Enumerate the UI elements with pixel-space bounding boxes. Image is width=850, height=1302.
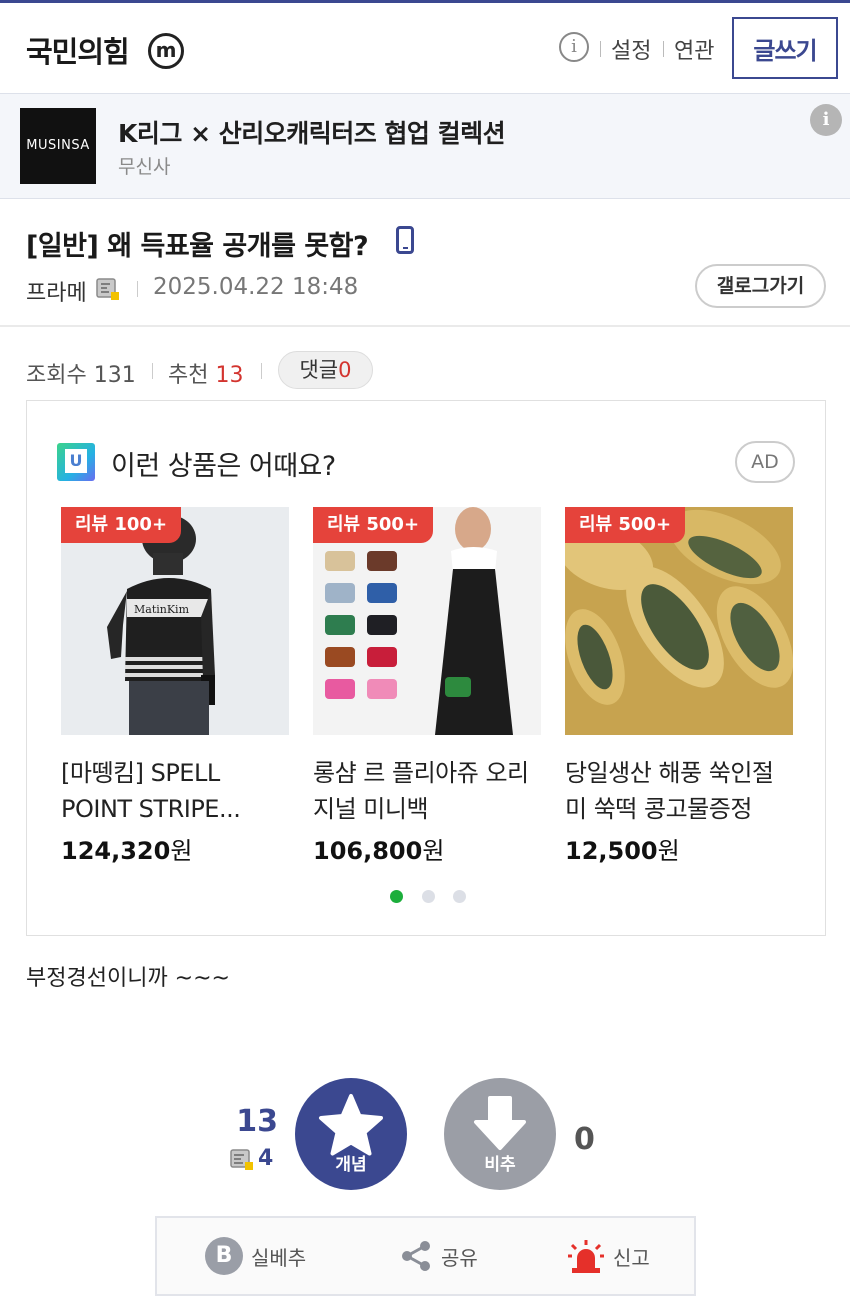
settings-link[interactable]: 설정 xyxy=(611,33,651,65)
gallog-button[interactable]: 갤로그가기 xyxy=(695,264,826,308)
share-icon xyxy=(402,1241,430,1271)
product-card[interactable]: 리뷰 500+ 롱샴 르 플리아쥬 오리지널 미니백 106,800원 xyxy=(313,507,541,866)
view-count: 조회수 131 xyxy=(26,357,136,389)
fixed-user-icon xyxy=(96,278,119,300)
ad-network-logo-icon xyxy=(57,443,95,481)
share-label: 공유 xyxy=(441,1245,478,1270)
header-divider xyxy=(600,41,601,57)
meta-divider xyxy=(137,281,138,297)
post-date: 2025.04.22 18:48 xyxy=(153,274,359,300)
price-value: 124,320 xyxy=(61,837,171,865)
info-icon[interactable]: i xyxy=(559,32,589,62)
comment-count-button[interactable]: 댓글0 xyxy=(278,351,373,389)
downvote-count: 0 xyxy=(574,1122,595,1157)
fixed-user-icon xyxy=(230,1149,253,1170)
pager-dot[interactable] xyxy=(453,890,466,903)
product-name[interactable]: 롱샴 르 플리아쥬 오리지널 미니백 xyxy=(313,755,541,827)
downvote-button[interactable]: 비추 xyxy=(444,1078,556,1190)
comment-value: 0 xyxy=(338,358,352,382)
share-button[interactable]: 공유 xyxy=(399,1218,478,1294)
header-divider xyxy=(663,41,664,57)
downvote-label: 비추 xyxy=(484,1155,516,1175)
post-author[interactable]: 프라메 xyxy=(26,275,87,307)
section-divider xyxy=(0,325,850,327)
upvote-label: 개념 xyxy=(335,1155,367,1175)
svg-text:MatinKim: MatinKim xyxy=(134,603,190,616)
pager-dot[interactable] xyxy=(422,890,435,903)
comment-label: 댓글 xyxy=(299,358,339,382)
product-name[interactable]: 당일생산 해풍 쑥인절미 쑥떡 콩고물증정 xyxy=(565,755,793,827)
product-price: 124,320원 xyxy=(61,831,289,866)
siren-icon xyxy=(568,1240,604,1273)
best-recommend-button[interactable]: B 실베추 xyxy=(205,1218,306,1294)
product-card[interactable]: 리뷰 500+ 당일생산 해풍 쑥인절미 쑥떡 콩고물증정 12,500원 xyxy=(565,507,793,866)
product-image[interactable]: MatinKim 리뷰 100+ xyxy=(61,507,289,735)
review-badge: 리뷰 500+ xyxy=(313,507,434,543)
best-icon: B xyxy=(205,1237,243,1275)
review-badge: 리뷰 500+ xyxy=(565,507,686,543)
gallery-header: 국민의힘 m i 설정 연관 글쓰기 xyxy=(0,3,850,93)
price-currency: 원 xyxy=(657,837,680,865)
view-count-label: 조회수 xyxy=(26,363,87,388)
banner-title[interactable]: K리그 × 산리오캐릭터즈 협업 컬렉션 xyxy=(118,114,506,150)
recommend-count: 추천 13 xyxy=(168,357,243,389)
best-label: 실베추 xyxy=(251,1245,307,1270)
price-currency: 원 xyxy=(170,837,193,865)
price-value: 106,800 xyxy=(313,837,423,865)
minor-gallery-badge-icon: m xyxy=(148,33,184,69)
product-name[interactable]: [마뗑킴] SPELL POINT STRIPE... xyxy=(61,755,289,827)
post-action-bar: B 실베추 공유 신고 xyxy=(155,1216,696,1296)
ad-heading: 이런 상품은 어때요? xyxy=(111,451,336,482)
product-ad-box: 이런 상품은 어때요? AD MatinKim 리뷰 100+ [마뗑킴] SP… xyxy=(26,400,826,936)
post-title: [일반] 왜 득표율 공개를 못함? xyxy=(26,231,369,262)
review-badge: 리뷰 100+ xyxy=(61,507,182,543)
banner-ad[interactable]: MUSINSA K리그 × 산리오캐릭터즈 협업 컬렉션 무신사 i xyxy=(0,93,850,199)
pager-dot-active[interactable] xyxy=(390,890,403,903)
gallery-title[interactable]: 국민의힘 xyxy=(26,29,130,71)
product-card[interactable]: MatinKim 리뷰 100+ [마뗑킴] SPELL POINT STRIP… xyxy=(61,507,289,866)
stat-divider xyxy=(261,363,262,379)
product-price: 12,500원 xyxy=(565,831,793,866)
view-count-value: 131 xyxy=(93,363,136,388)
related-link[interactable]: 연관 xyxy=(674,33,714,65)
price-value: 12,500 xyxy=(565,837,658,865)
upvote-button[interactable]: 개념 xyxy=(295,1078,407,1190)
product-price: 106,800원 xyxy=(313,831,541,866)
price-currency: 원 xyxy=(422,837,445,865)
musinsa-logo: MUSINSA xyxy=(20,108,96,184)
ad-info-icon[interactable]: i xyxy=(810,104,842,136)
recommend-value: 13 xyxy=(215,363,244,388)
upvote-count: 13 xyxy=(236,1104,278,1139)
fixed-upvote-count: 4 xyxy=(258,1146,274,1171)
product-image[interactable]: 리뷰 500+ xyxy=(313,507,541,735)
product-image[interactable]: 리뷰 500+ xyxy=(565,507,793,735)
ad-tag[interactable]: AD xyxy=(735,441,795,483)
report-button[interactable]: 신고 xyxy=(567,1218,650,1294)
banner-advertiser: 무신사 xyxy=(118,156,171,178)
stat-divider xyxy=(152,363,153,379)
mobile-icon xyxy=(396,226,414,254)
recommend-label: 추천 xyxy=(168,363,209,388)
post-body: 부정경선이니까 ~~~ xyxy=(26,966,230,991)
report-label: 신고 xyxy=(613,1245,650,1270)
write-button[interactable]: 글쓰기 xyxy=(732,17,838,79)
